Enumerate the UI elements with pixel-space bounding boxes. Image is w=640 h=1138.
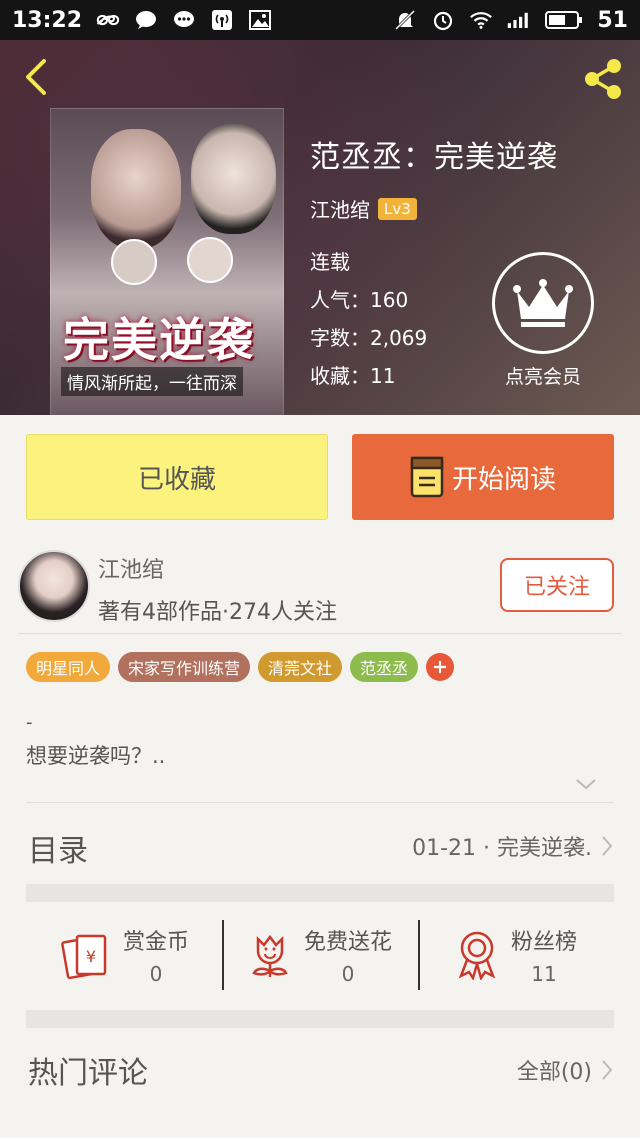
cover-circle-photo — [111, 239, 157, 285]
stat-flowers[interactable]: 免费送花 0 — [222, 902, 418, 1008]
medal-icon — [458, 931, 496, 980]
follow-button[interactable]: 已关注 — [500, 558, 614, 612]
start-reading-button[interactable]: 开始阅读 — [352, 434, 614, 520]
alarm-icon — [431, 9, 455, 31]
add-tag-button[interactable] — [426, 653, 455, 681]
red-envelope-icon: ¥ — [61, 934, 107, 980]
author-card: 江池绾 著有4部作品·274人关注 已关注 — [0, 540, 640, 634]
stat-coins[interactable]: ¥ 赏金币 0 — [26, 902, 222, 1008]
cover-circle-photo — [187, 237, 233, 283]
tag-item[interactable]: 范丞丞 — [350, 652, 419, 682]
mute-icon — [393, 9, 417, 31]
book-description: 想要逆袭吗？.. — [26, 744, 166, 768]
battery-icon — [545, 9, 583, 31]
hot-comments-row[interactable]: 热门评论 全部(0) — [0, 1034, 640, 1104]
broadcast-icon — [210, 9, 234, 31]
chat-bubble-icon — [134, 9, 158, 31]
description-dash: - — [26, 712, 33, 733]
stat-value: 0 — [149, 962, 163, 986]
toc-row[interactable]: 目录 01-21 · 完美逆袭. — [0, 812, 640, 876]
chevron-left-icon — [26, 59, 46, 95]
author-avatar[interactable] — [18, 550, 90, 622]
crown-icon — [492, 252, 594, 354]
author-name[interactable]: 江池绾 — [98, 552, 164, 584]
section-separator — [26, 884, 614, 902]
wifi-icon — [469, 9, 493, 31]
start-reading-label: 开始阅读 — [451, 464, 556, 495]
reward-stats: ¥ 赏金币 0 免费送花 0 粉丝榜 11 — [26, 902, 614, 1008]
cover-portrait-right — [191, 124, 276, 234]
chevron-right-icon — [602, 1060, 613, 1080]
infinity-icon — [96, 9, 120, 31]
share-button[interactable] — [578, 56, 628, 102]
status-bar: 13:22 51 — [0, 0, 640, 40]
stat-fan-ranking[interactable]: 粉丝榜 11 — [418, 902, 614, 1008]
stat-label: 赏金币 — [122, 930, 189, 955]
flower-icon — [252, 934, 288, 977]
book-author[interactable]: 江池绾 — [310, 194, 370, 223]
message-icon — [172, 9, 196, 31]
all-comments-link[interactable]: 全部(0) — [517, 1054, 592, 1086]
tag-item[interactable]: 宋家写作训练营 — [118, 652, 251, 682]
expand-description-button[interactable] — [574, 776, 598, 796]
section-separator — [26, 1010, 614, 1028]
cover-portrait-left — [91, 129, 181, 249]
book-author-row: 江池绾 Lv3 — [310, 194, 558, 223]
vip-label: 点亮会员 — [504, 366, 581, 388]
book-icon — [410, 456, 444, 498]
signal-icon — [507, 9, 531, 31]
favorited-button[interactable]: 已收藏 — [26, 434, 328, 520]
vip-button[interactable]: 点亮会员 — [492, 252, 594, 389]
stat-value: 0 — [341, 962, 355, 986]
tag-item[interactable]: 清莞文社 — [258, 652, 343, 682]
divider — [26, 802, 614, 803]
book-header: 完美逆袭 情风渐所起，一往而深 范丞丞：完美逆袭 江池绾 Lv3 连载 人气：1… — [0, 40, 640, 415]
chevron-right-icon — [602, 836, 613, 856]
book-title: 范丞丞：完美逆袭 — [310, 140, 558, 175]
chevron-down-icon — [576, 779, 596, 790]
image-icon — [248, 9, 272, 31]
hot-comments-label: 热门评论 — [28, 1056, 148, 1091]
stat-value: 11 — [531, 962, 557, 986]
stat-label: 粉丝榜 — [510, 930, 577, 955]
author-stats: 著有4部作品·274人关注 — [98, 600, 337, 625]
book-cover[interactable]: 完美逆袭 情风渐所起，一往而深 — [50, 108, 284, 415]
battery-percent: 51 — [597, 7, 628, 33]
toc-label: 目录 — [28, 834, 88, 869]
status-time: 13:22 — [12, 7, 83, 33]
divider — [18, 633, 622, 634]
tag-list: 明星同人 宋家写作训练营 清莞文社 范丞丞 — [26, 652, 455, 682]
cover-title: 完美逆袭 — [63, 313, 255, 367]
share-icon — [585, 59, 621, 99]
tag-item[interactable]: 明星同人 — [26, 652, 111, 682]
plus-icon — [434, 661, 447, 673]
toc-latest-chapter: 01-21 · 完美逆袭. — [412, 836, 592, 861]
svg-text:¥: ¥ — [86, 947, 96, 966]
author-level-badge: Lv3 — [378, 197, 417, 220]
stat-label: 免费送花 — [303, 930, 392, 955]
cover-subtitle: 情风渐所起，一往而深 — [61, 367, 243, 396]
back-button[interactable] — [16, 54, 56, 100]
